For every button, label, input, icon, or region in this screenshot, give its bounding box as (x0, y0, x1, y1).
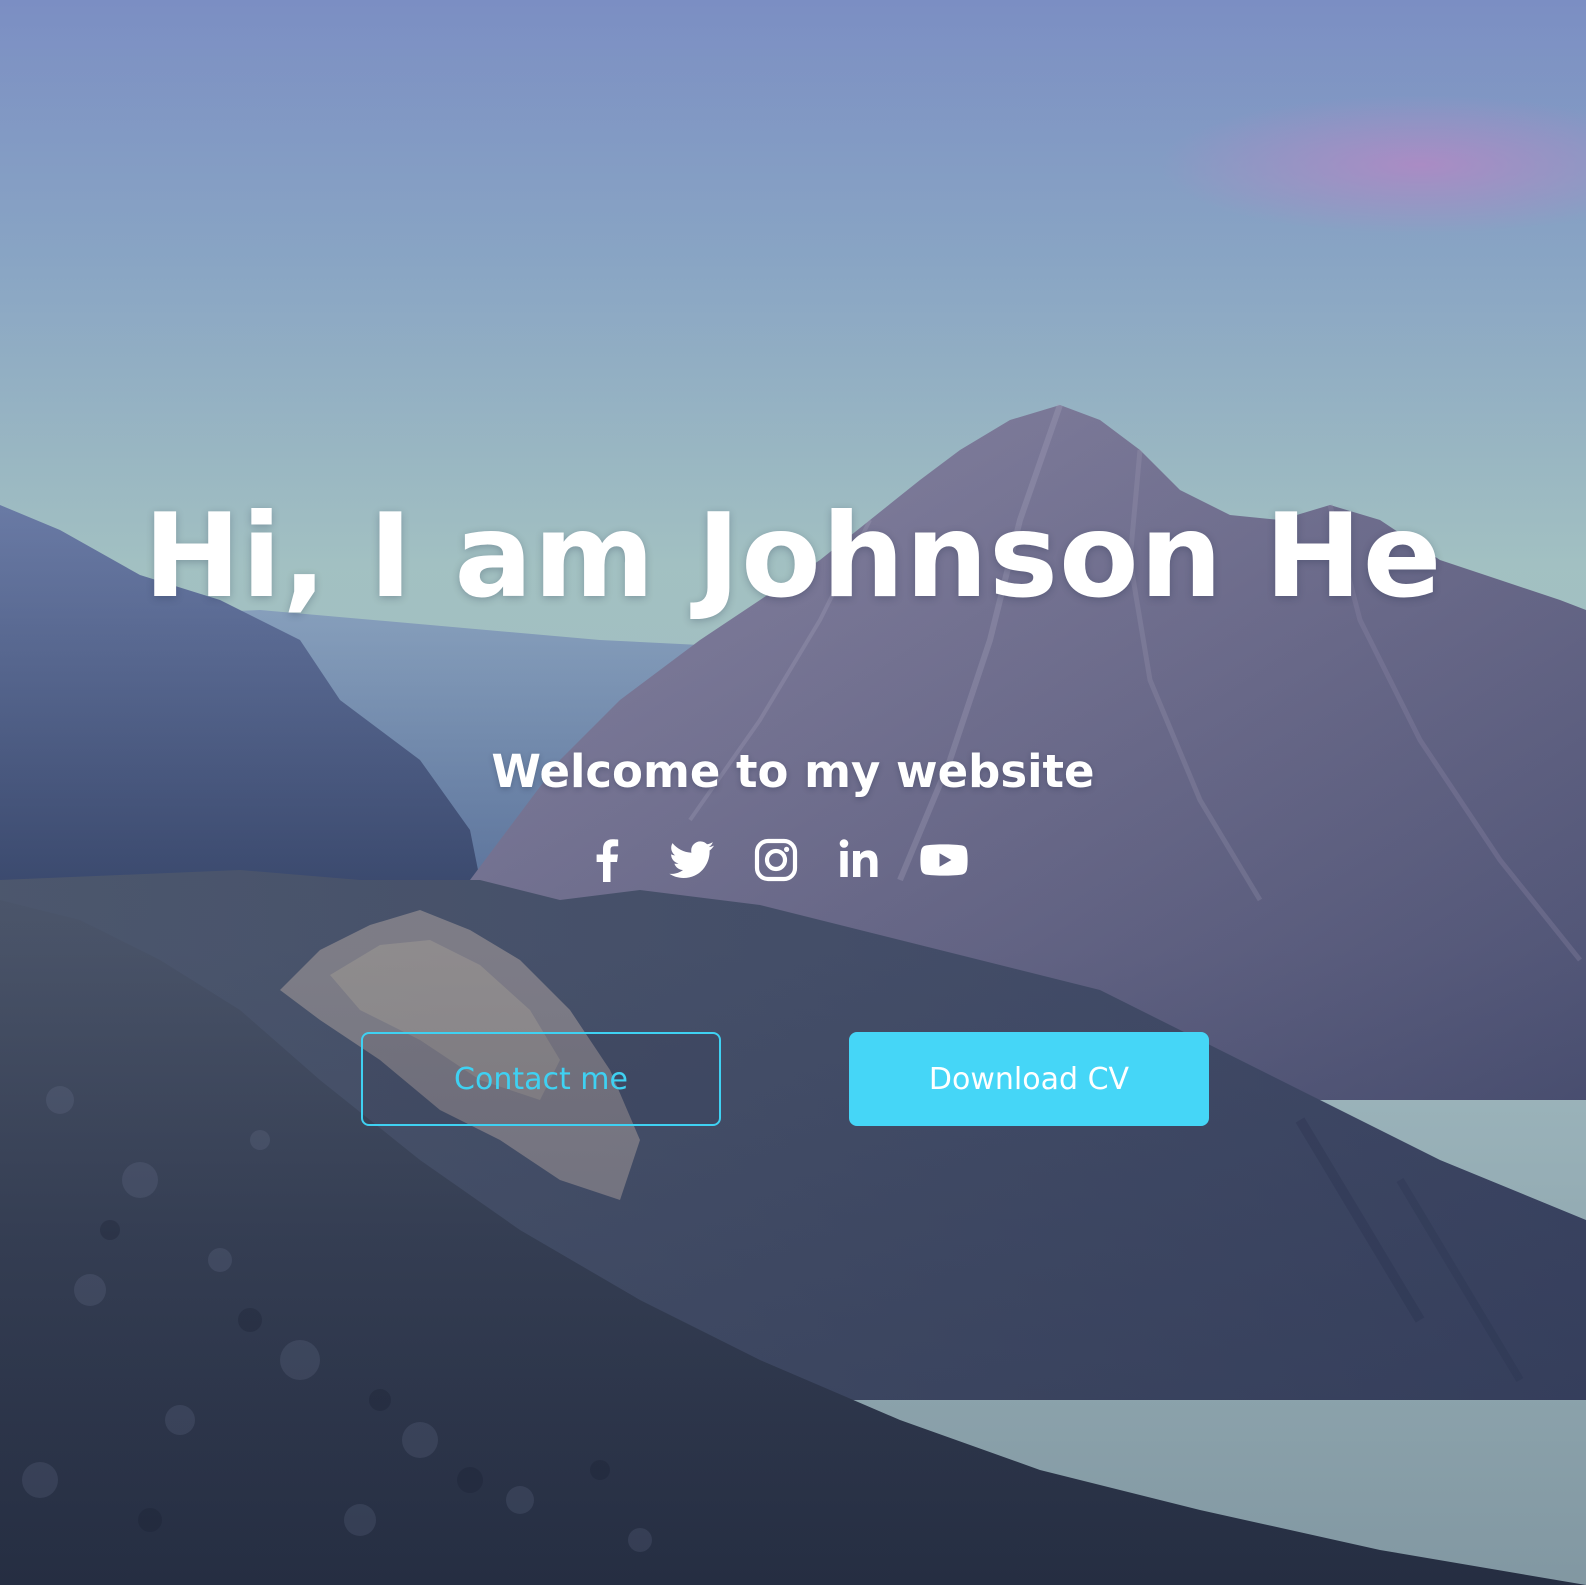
linkedin-icon (839, 839, 878, 877)
facebook-icon (596, 839, 619, 882)
linkedin-link[interactable] (832, 832, 888, 888)
hero-title: Hi, I am Johnson He (143, 489, 1443, 624)
social-links (580, 832, 1000, 888)
hero-subtitle: Welcome to my website (491, 745, 1095, 798)
twitter-icon (669, 841, 714, 878)
hero-content: Hi, I am Johnson He Welcome to my websit… (0, 0, 1586, 1585)
twitter-link[interactable] (664, 832, 720, 888)
instagram-icon (754, 838, 798, 882)
youtube-link[interactable] (916, 832, 972, 888)
download-cv-button[interactable]: Download CV (849, 1032, 1209, 1126)
youtube-icon (920, 844, 968, 876)
contact-me-button[interactable]: Contact me (361, 1032, 721, 1126)
hero-section: Hi, I am Johnson He Welcome to my websit… (0, 0, 1586, 1585)
instagram-link[interactable] (748, 832, 804, 888)
facebook-link[interactable] (580, 832, 636, 888)
